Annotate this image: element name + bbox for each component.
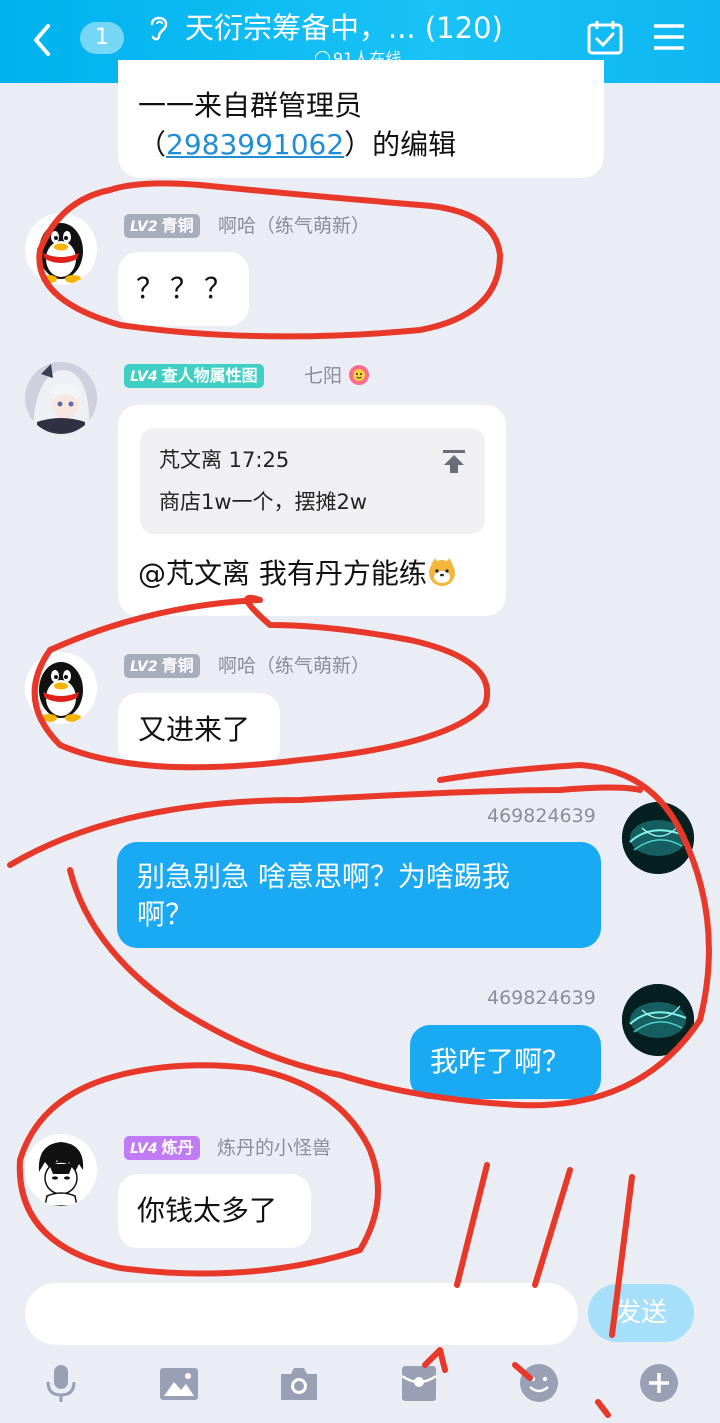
emoji-icon[interactable] xyxy=(518,1362,560,1404)
notice-line-1: 一一来自群管理员 xyxy=(138,89,363,122)
message-text: @芃文离 我有丹方能练 xyxy=(138,555,457,593)
level-text: LV4 xyxy=(130,369,158,385)
message-text-content: @芃文离 我有丹方能练 xyxy=(138,557,427,590)
dog-emoji-icon xyxy=(427,557,457,587)
microphone-icon[interactable] xyxy=(40,1362,82,1404)
avatar[interactable] xyxy=(25,362,97,434)
my-avatar[interactable] xyxy=(622,802,694,874)
title-text: 青铜 xyxy=(161,216,194,235)
title-text: 青铜 xyxy=(161,656,194,675)
annotation-slash-2 xyxy=(532,1167,573,1288)
message-line-2: 啊？ xyxy=(137,898,194,931)
my-avatar[interactable] xyxy=(622,984,694,1056)
sender-nickname[interactable]: 七阳 xyxy=(304,364,370,388)
message-text: 又进来了 xyxy=(138,713,251,746)
message-text: 你钱太多了 xyxy=(137,1194,278,1227)
quoted-message[interactable]: 芃文离 17:25 商店1w一个，摆摊2w xyxy=(140,428,485,534)
annotation-slash-1 xyxy=(454,1162,490,1288)
avatar[interactable] xyxy=(25,1134,97,1206)
sender-nickname[interactable]: 啊哈（练气萌新） xyxy=(218,214,370,238)
calendar-check-icon[interactable] xyxy=(586,18,624,56)
menu-icon[interactable] xyxy=(652,22,686,52)
plus-icon[interactable] xyxy=(638,1362,680,1404)
level-badge: LV4 炼丹 xyxy=(124,1136,200,1160)
paren-open: （ xyxy=(138,128,167,161)
image-icon[interactable] xyxy=(158,1362,200,1404)
my-message-bubble[interactable]: 我咋了啊？ xyxy=(410,1025,601,1099)
reply-message-bubble[interactable]: 芃文离 17:25 商店1w一个，摆摊2w @芃文离 我有丹方能练 xyxy=(118,405,506,616)
title-text: 查人物属性图 xyxy=(161,366,258,385)
message-bubble[interactable]: 你钱太多了 xyxy=(118,1174,311,1248)
annotation-circle-1 xyxy=(36,180,503,340)
quote-author-time: 芃文离 17:25 xyxy=(159,448,290,472)
notice-line-2: （2983991062）的编辑 xyxy=(138,126,456,164)
quote-text: 商店1w一个，摆摊2w xyxy=(159,490,368,514)
flower-emoji-icon xyxy=(348,364,370,386)
unread-badge[interactable]: 1 xyxy=(80,22,124,54)
message-input[interactable] xyxy=(25,1283,578,1345)
message-text: 我咋了啊？ xyxy=(430,1045,571,1078)
level-text: LV2 xyxy=(130,219,158,235)
sender-nickname[interactable]: 炼丹的小怪兽 xyxy=(217,1136,331,1160)
level-badge: LV4 查人物属性图 xyxy=(124,364,264,388)
ear-icon xyxy=(146,12,172,42)
annotation-mark-3 xyxy=(595,1399,611,1418)
sender-id: 469824639 xyxy=(487,987,596,1009)
admin-qq-link[interactable]: 2983991062 xyxy=(166,128,344,161)
back-arrow-icon[interactable] xyxy=(28,20,58,60)
notice-suffix: ）的编辑 xyxy=(344,128,457,161)
avatar[interactable] xyxy=(25,652,97,724)
message-bubble[interactable]: ？？？ xyxy=(118,252,249,326)
level-badge: LV2 青铜 xyxy=(124,654,200,678)
chat-title: 天衍宗筹备中，... (120) xyxy=(185,11,503,45)
avatar[interactable] xyxy=(25,213,97,285)
send-button[interactable]: 发送 xyxy=(588,1284,694,1342)
level-badge: LV2 青铜 xyxy=(124,214,200,238)
camera-icon[interactable] xyxy=(278,1362,320,1404)
nickname-text: 七阳 xyxy=(304,365,343,387)
sender-id: 469824639 xyxy=(487,805,596,827)
message-bubble[interactable]: 又进来了 xyxy=(118,693,280,767)
level-text: LV2 xyxy=(130,659,158,675)
notice-bubble: 一一来自群管理员 （2983991062）的编辑 xyxy=(118,60,604,178)
level-text: LV4 xyxy=(130,1141,158,1157)
sender-nickname[interactable]: 啊哈（练气萌新） xyxy=(218,654,370,678)
red-packet-icon[interactable] xyxy=(398,1362,440,1404)
jump-to-original-icon[interactable] xyxy=(441,448,467,474)
title-text: 炼丹 xyxy=(161,1138,194,1157)
message-line-1: 别急别急 啥意思啊？为啥踢我 xyxy=(137,860,510,893)
message-text: ？？？ xyxy=(136,272,239,305)
my-message-bubble[interactable]: 别急别急 啥意思啊？为啥踢我 啊？ xyxy=(117,842,601,948)
